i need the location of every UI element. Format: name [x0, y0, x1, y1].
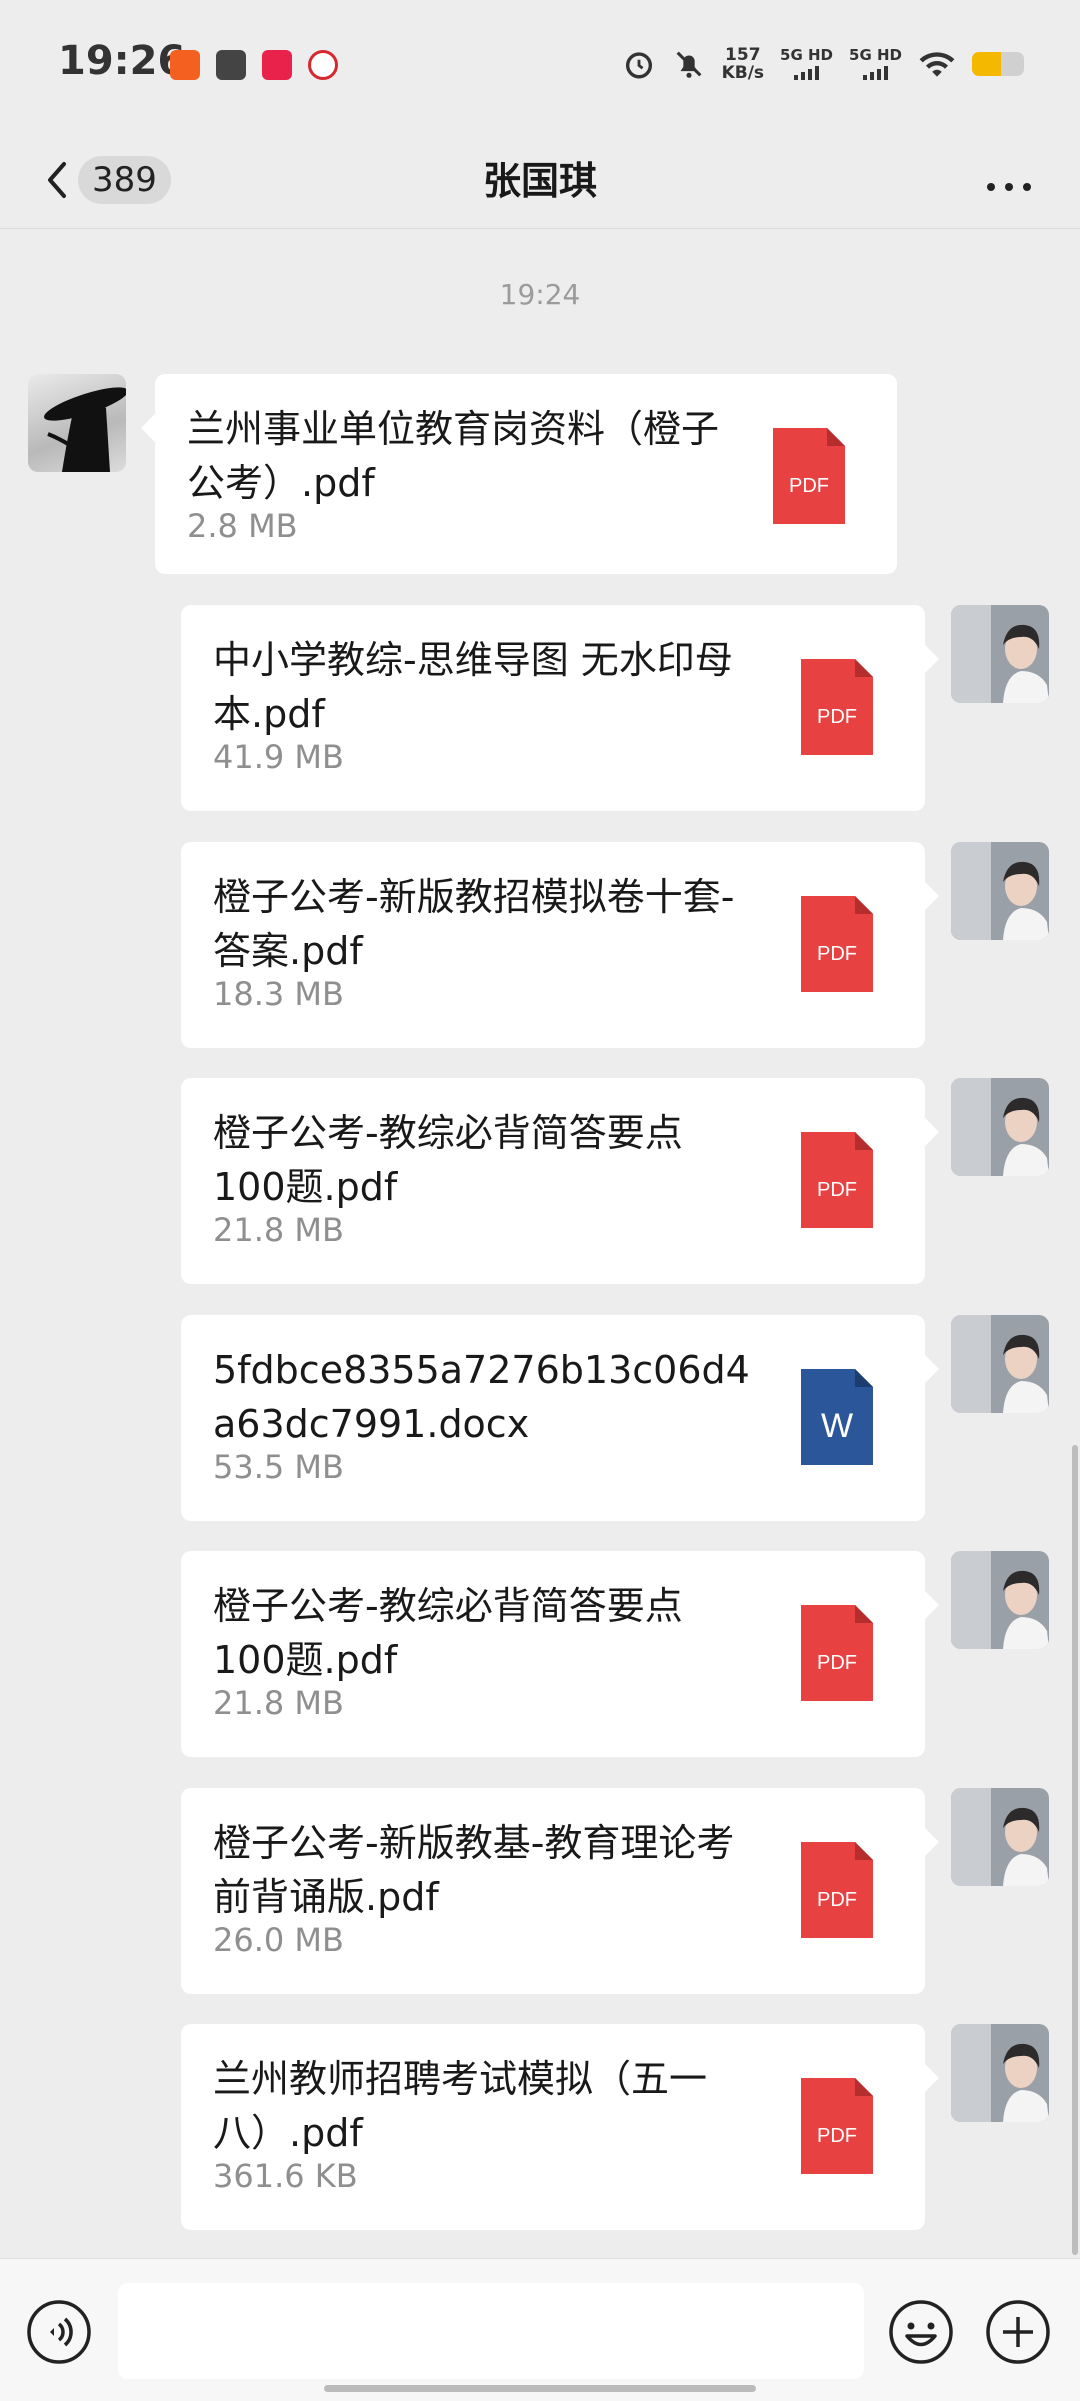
chat-header: 389 张国琪 — [0, 130, 1080, 230]
file-message[interactable]: 橙子公考-新版教基-教育理论考前背诵版.pdf 26.0 MB PDF — [181, 1788, 939, 1994]
bubble-tail — [925, 882, 939, 910]
file-size: 2.8 MB — [187, 507, 298, 545]
net-speed-unit: KB/s — [721, 63, 765, 83]
my-avatar[interactable] — [951, 2024, 1049, 2122]
avatar-portrait-icon — [951, 1315, 1049, 1413]
wifi-icon — [919, 52, 955, 77]
signal-sim1: 5G HD — [780, 48, 833, 80]
file-message[interactable]: 橙子公考-新版教招模拟卷十套-答案.pdf 18.3 MB PDF — [181, 842, 939, 1048]
battery-icon — [972, 52, 1024, 76]
contact-avatar[interactable] — [28, 374, 126, 472]
file-message[interactable]: 兰州教师招聘考试模拟（五一八）.pdf 361.6 KB PDF — [181, 2024, 939, 2230]
file-name: 5fdbce8355a7276b13c06d4a63dc7991.docx — [213, 1348, 750, 1446]
message-text-input[interactable] — [118, 2283, 864, 2379]
bubble-tail — [925, 645, 939, 673]
file-message[interactable]: 橙子公考-教综必背简答要点100题.pdf 21.8 MB PDF — [181, 1078, 939, 1284]
status-right-group: 157 KB/s 5G HD 5G HD — [622, 44, 1024, 84]
alarm-icon — [625, 52, 652, 79]
file-type-label: PDF — [817, 943, 857, 965]
file-type-label: PDF — [817, 1179, 857, 1201]
sim1-label: 5G HD — [780, 46, 834, 64]
bubble-tail — [925, 1118, 939, 1146]
bubble-tail — [141, 414, 155, 442]
battery-level — [972, 52, 1001, 76]
home-indicator[interactable] — [324, 2385, 756, 2392]
pdf-file-icon: PDF — [801, 1842, 873, 1938]
avatar-portrait-icon — [951, 842, 1049, 940]
file-message[interactable]: 5fdbce8355a7276b13c06d4a63dc7991.docx 53… — [181, 1315, 939, 1521]
pdf-file-icon: PDF — [773, 428, 845, 524]
bubble-tail — [925, 1828, 939, 1856]
bubble-tail — [925, 2064, 939, 2092]
bubble-tail — [925, 1591, 939, 1619]
file-message[interactable]: 兰州事业单位教育岗资料（橙子公考）.pdf 2.8 MB PDF — [141, 374, 897, 574]
my-avatar[interactable] — [951, 1078, 1049, 1176]
file-type-label: PDF — [817, 706, 857, 728]
more-options-icon[interactable] — [974, 150, 1044, 210]
file-type-label: PDF — [817, 2125, 857, 2147]
avatar-portrait-icon — [951, 1078, 1049, 1176]
app-notification-icon — [170, 50, 200, 80]
mute-icon — [676, 51, 701, 78]
status-bar: 19:26 157 KB/s 5G HD 5G HD — [0, 0, 1080, 130]
pdf-file-icon: PDF — [801, 2078, 873, 2174]
signal-bars-icon — [780, 64, 833, 80]
pdf-file-icon: PDF — [801, 1132, 873, 1228]
my-avatar[interactable] — [951, 1315, 1049, 1413]
avatar-portrait-icon — [951, 2024, 1049, 2122]
sim2-label: 5G HD — [849, 46, 902, 64]
file-name: 橙子公考-教综必背简答要点100题.pdf — [213, 1584, 683, 1682]
file-size: 361.6 KB — [213, 2157, 358, 2195]
file-type-label: PDF — [817, 1889, 857, 1911]
file-name: 兰州事业单位教育岗资料（橙子公考）.pdf — [187, 407, 720, 505]
file-name: 中小学教综-思维导图 无水印母本.pdf — [213, 638, 733, 736]
chat-title: 张国琪 — [482, 159, 597, 203]
avatar-portrait-icon — [951, 605, 1049, 703]
header-divider — [0, 228, 1080, 229]
file-size: 21.8 MB — [213, 1211, 344, 1249]
file-size: 18.3 MB — [213, 975, 344, 1013]
file-type-label: PDF — [817, 1652, 857, 1674]
pdf-file-icon: PDF — [801, 659, 873, 755]
avatar-silhouette-icon — [44, 387, 126, 472]
voice-input-icon[interactable] — [26, 2299, 92, 2365]
signal-sim2: 5G HD — [849, 48, 902, 80]
file-name: 橙子公考-新版教基-教育理论考前背诵版.pdf — [213, 1821, 735, 1919]
file-size: 53.5 MB — [213, 1448, 344, 1486]
my-avatar[interactable] — [951, 842, 1049, 940]
pdf-file-icon: PDF — [801, 1605, 873, 1701]
file-message[interactable]: 橙子公考-教综必背简答要点100题.pdf 21.8 MB PDF — [181, 1551, 939, 1757]
file-size: 41.9 MB — [213, 738, 344, 776]
avatar-portrait-icon — [951, 1788, 1049, 1886]
file-size: 26.0 MB — [213, 1921, 344, 1959]
file-size: 21.8 MB — [213, 1684, 344, 1722]
file-message[interactable]: 中小学教综-思维导图 无水印母本.pdf 41.9 MB PDF — [181, 605, 939, 811]
scrollbar[interactable] — [1072, 1445, 1078, 2255]
app-notification-icon — [262, 50, 292, 80]
more-functions-plus-icon[interactable] — [985, 2299, 1051, 2365]
emoji-icon[interactable] — [888, 2299, 954, 2365]
message-input-bar — [0, 2258, 1080, 2401]
signal-bars-icon — [849, 64, 902, 80]
pdf-file-icon: PDF — [801, 896, 873, 992]
bubble-tail — [925, 1355, 939, 1383]
my-avatar[interactable] — [951, 605, 1049, 703]
my-avatar[interactable] — [951, 1788, 1049, 1886]
file-name: 橙子公考-教综必背简答要点100题.pdf — [213, 1111, 683, 1209]
file-type-label: PDF — [789, 475, 829, 497]
file-name: 橙子公考-新版教招模拟卷十套-答案.pdf — [213, 875, 735, 973]
word-file-icon: W — [801, 1369, 873, 1465]
message-timestamp: 19:24 — [499, 278, 581, 311]
app-notification-icon — [216, 50, 246, 80]
app-notification-icon — [308, 50, 338, 80]
net-speed: 157 KB/s — [722, 46, 764, 82]
avatar-portrait-icon — [951, 1551, 1049, 1649]
my-avatar[interactable] — [951, 1551, 1049, 1649]
net-speed-value: 157 — [725, 45, 761, 65]
file-name: 兰州教师招聘考试模拟（五一八）.pdf — [213, 2057, 708, 2155]
file-type-label: W — [821, 1407, 853, 1445]
status-time: 19:26 — [58, 38, 186, 84]
